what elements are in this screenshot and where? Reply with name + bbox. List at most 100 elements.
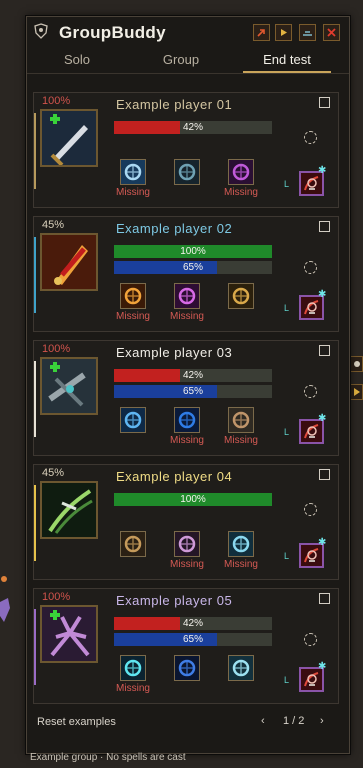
close-icon: [327, 28, 336, 37]
ice-shard-icon[interactable]: [228, 531, 254, 557]
player-percent: 100%: [42, 591, 71, 603]
player-portrait-sword-icon[interactable]: [40, 109, 98, 167]
bar-label: 42%: [182, 370, 203, 381]
player-card: 45% Example player 04 100% Missing Missing…: [33, 464, 339, 580]
player-percent: 100%: [42, 95, 71, 107]
player-name: Example player 04: [116, 469, 233, 484]
missing-label: Missing: [224, 435, 258, 446]
golden-ear-icon[interactable]: [228, 283, 254, 309]
star-icon: ✱: [318, 289, 327, 300]
bar-label: 100%: [180, 494, 206, 505]
missing-label: Missing: [170, 435, 204, 446]
player-resource-bar: 100%: [114, 493, 272, 506]
missing-label: Missing: [170, 311, 204, 322]
player-select-checkbox[interactable]: [319, 221, 330, 232]
popout-button[interactable]: [253, 24, 270, 41]
missing-label: Missing: [224, 559, 258, 570]
tab-end-test[interactable]: End test: [243, 51, 331, 73]
reset-examples-button[interactable]: Reset examples: [37, 716, 116, 728]
level-label: L: [284, 551, 290, 561]
crystal-ward-icon[interactable]: [120, 159, 146, 185]
player-resource-bar: 65%: [114, 385, 272, 398]
shield-logo-icon: [33, 23, 49, 39]
player-portrait-crossbow-icon[interactable]: [40, 357, 98, 415]
player-portrait-flame-blade-icon[interactable]: [40, 233, 98, 291]
level-label: L: [284, 303, 290, 313]
player-percent: 45%: [42, 219, 65, 231]
blue-ring-icon[interactable]: [174, 655, 200, 681]
player-card: 45% Example player 02 100% 65% Missing Mis…: [33, 216, 339, 332]
bar-label: 42%: [182, 618, 203, 629]
player-resource-bar: 42%: [114, 369, 272, 382]
popout-icon: [257, 29, 265, 37]
minimize-icon: [303, 31, 312, 36]
level-label: L: [284, 179, 290, 189]
pillar-rune-icon[interactable]: [174, 159, 200, 185]
skull-orb-icon[interactable]: [174, 531, 200, 557]
player-select-checkbox[interactable]: [319, 469, 330, 480]
player-name: Example player 03: [116, 345, 233, 360]
target-marker-icon[interactable]: [304, 385, 317, 398]
missing-label: Missing: [116, 683, 150, 694]
missing-label: Missing: [224, 187, 258, 198]
player-select-checkbox[interactable]: [319, 593, 330, 604]
target-marker-icon[interactable]: [304, 261, 317, 274]
target-marker-icon[interactable]: [304, 633, 317, 646]
tab-solo[interactable]: Solo: [37, 51, 117, 71]
fire-castle-icon[interactable]: [120, 283, 146, 309]
player-name: Example player 05: [116, 593, 233, 608]
frost-burst-icon[interactable]: [228, 655, 254, 681]
missing-label: Missing: [116, 187, 150, 198]
player-select-checkbox[interactable]: [319, 97, 330, 108]
player-resource-bar: 65%: [114, 633, 272, 646]
player-percent: 45%: [42, 467, 65, 479]
bar-label: 100%: [180, 246, 206, 257]
cyan-flame-icon[interactable]: [120, 655, 146, 681]
missing-label: Missing: [170, 559, 204, 570]
star-icon: ✱: [318, 165, 327, 176]
page-indicator: 1 / 2: [283, 715, 305, 727]
target-marker-icon[interactable]: [304, 131, 317, 144]
player-resource-bar: 42%: [114, 121, 272, 134]
status-line: Example group · No spells are cast: [30, 752, 186, 763]
frost-hand-icon[interactable]: [120, 407, 146, 433]
player-resource-bar: 65%: [114, 261, 272, 274]
chevron-left-icon[interactable]: ‹: [261, 715, 265, 727]
bronze-rune-icon[interactable]: [120, 531, 146, 557]
chevron-right-icon[interactable]: ›: [320, 715, 324, 727]
play-icon: [281, 29, 287, 36]
blue-shield-icon[interactable]: [174, 407, 200, 433]
role-accent-bar: [34, 361, 36, 437]
star-icon: ✱: [318, 661, 327, 672]
target-marker-icon[interactable]: [304, 503, 317, 516]
player-card: 100% Example player 03 42% 65% Missing Mis…: [33, 340, 339, 456]
player-portrait-poison-claw-icon[interactable]: [40, 481, 98, 539]
groupbuddy-window: GroupBuddy Solo Group End test 100% Examp…: [26, 16, 350, 754]
player-name: Example player 02: [116, 221, 233, 236]
adjacent-window-icon-button[interactable]: [350, 356, 363, 372]
close-button[interactable]: [323, 24, 340, 41]
player-portrait-coral-spikes-icon[interactable]: [40, 605, 98, 663]
bar-label: 65%: [182, 262, 203, 273]
missing-label: Missing: [116, 311, 150, 322]
background-spell-fragment: [0, 570, 8, 582]
bar-label: 42%: [182, 122, 203, 133]
tab-group[interactable]: Group: [141, 51, 221, 71]
tab-bar: Solo Group End test: [27, 47, 349, 74]
level-label: L: [284, 427, 290, 437]
title-bar[interactable]: GroupBuddy: [27, 17, 349, 47]
role-accent-bar: [34, 237, 36, 313]
minimize-button[interactable]: [299, 24, 316, 41]
play-button[interactable]: [275, 24, 292, 41]
level-label: L: [284, 675, 290, 685]
player-select-checkbox[interactable]: [319, 345, 330, 356]
stone-golem-icon[interactable]: [228, 407, 254, 433]
purple-hand-icon[interactable]: [174, 283, 200, 309]
role-accent-bar: [34, 485, 36, 561]
bar-label: 65%: [182, 634, 203, 645]
adjacent-window-play-button[interactable]: [350, 384, 363, 400]
arcane-portal-icon[interactable]: [228, 159, 254, 185]
bar-label: 65%: [182, 386, 203, 397]
background-crystal-fragment: [0, 596, 10, 626]
player-card: 100% Example player 01 42% Missing Missing…: [33, 92, 339, 208]
